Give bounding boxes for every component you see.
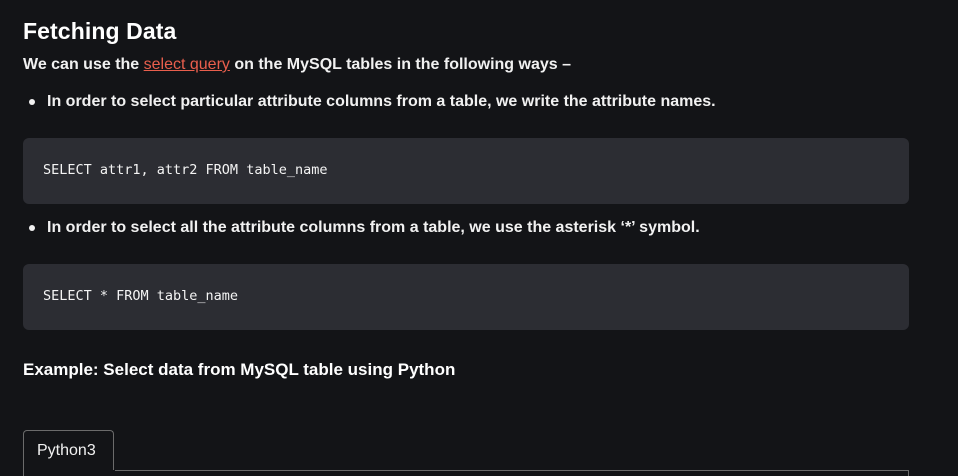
- code-tab-strip: Python3: [23, 430, 909, 476]
- bullet-dot-icon: [29, 225, 35, 231]
- code-text: SELECT attr1, attr2 FROM table_name: [43, 162, 328, 178]
- code-panel-right-border: [908, 470, 909, 476]
- tab-python3[interactable]: Python3: [23, 430, 114, 470]
- intro-text-after: on the MySQL tables in the following way…: [229, 56, 571, 73]
- code-panel-left-border: [23, 470, 24, 476]
- article-content: Fetching Data We can use the select quer…: [0, 0, 958, 476]
- code-text: SELECT * FROM table_name: [43, 288, 239, 304]
- section-title: Fetching Data: [23, 18, 177, 44]
- intro-text-before: We can use the: [23, 56, 144, 73]
- code-block[interactable]: SELECT * FROM table_name: [23, 264, 909, 330]
- bullet-dot-icon: [29, 99, 35, 105]
- bullet-text: In order to select all the attribute col…: [47, 219, 700, 236]
- code-block[interactable]: SELECT attr1, attr2 FROM table_name: [23, 138, 909, 204]
- tab-label: Python3: [37, 442, 96, 459]
- intro-paragraph: We can use the select query on the MySQL…: [23, 54, 571, 76]
- bullet-text: In order to select particular attribute …: [47, 93, 716, 110]
- select-query-link[interactable]: select query: [144, 56, 230, 73]
- tab-divider: [115, 470, 909, 471]
- example-heading: Example: Select data from MySQL table us…: [23, 360, 456, 379]
